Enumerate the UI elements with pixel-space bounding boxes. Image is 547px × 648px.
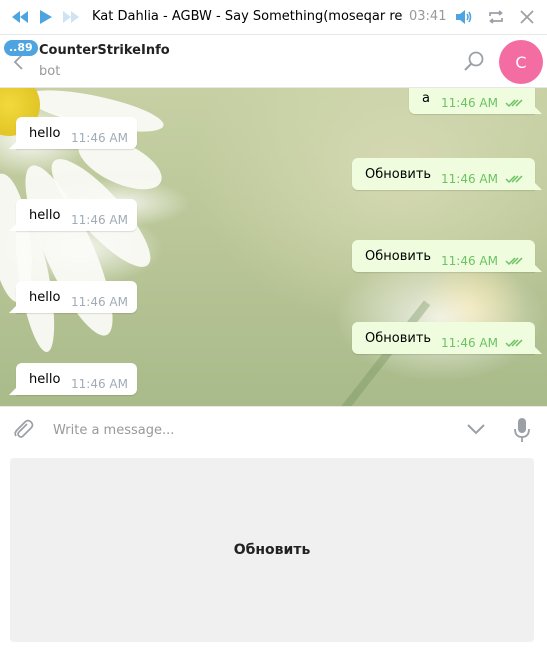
refresh-keyboard-button[interactable]: Обновить xyxy=(10,458,534,642)
bubble-tail xyxy=(9,387,17,395)
message-outgoing[interactable]: Обновить 11:46 AM xyxy=(352,322,542,354)
message-time: 11:46 AM xyxy=(71,295,128,309)
repeat-icon[interactable] xyxy=(486,8,506,26)
message-text: Обновить xyxy=(365,331,432,346)
compose-bar xyxy=(0,406,547,452)
track-time: 03:41 xyxy=(409,9,447,24)
message-text: a xyxy=(422,91,430,106)
bubble-tail xyxy=(534,182,542,190)
message-input[interactable] xyxy=(51,417,445,443)
message-time: 11:46 AM xyxy=(441,336,498,350)
close-icon[interactable] xyxy=(518,8,536,26)
attach-icon[interactable] xyxy=(12,418,34,444)
microphone-icon[interactable] xyxy=(513,417,531,447)
search-icon[interactable] xyxy=(462,50,486,74)
bubble-tail xyxy=(9,141,17,149)
message-incoming[interactable]: hello 11:46 AM xyxy=(9,281,137,313)
bubble-tail xyxy=(534,346,542,354)
chat-header: ..89 CounterStrikeInfo bot C xyxy=(0,35,547,88)
message-text: Обновить xyxy=(365,249,432,264)
message-time: 11:46 AM xyxy=(71,131,128,145)
double-check-icon xyxy=(505,173,523,188)
bubble-tail xyxy=(9,223,17,231)
message-text: hello xyxy=(29,372,61,387)
bubble-tail xyxy=(9,305,17,313)
message-time: 11:46 AM xyxy=(71,377,128,391)
track-title[interactable]: Kat Dahlia - AGBW - Say Something(moseqa… xyxy=(92,9,402,24)
double-check-icon xyxy=(505,255,523,270)
chevron-down-icon[interactable] xyxy=(466,421,486,440)
message-time: 11:46 AM xyxy=(441,172,498,186)
message-history[interactable]: a 11:46 AM hello 11:46 AM Обновить 11:46… xyxy=(0,88,547,406)
bubble-tail xyxy=(534,106,542,114)
chat-title[interactable]: CounterStrikeInfo xyxy=(39,43,170,58)
message-time: 11:46 AM xyxy=(441,254,498,268)
message-incoming[interactable]: hello 11:46 AM xyxy=(9,363,137,395)
bot-keyboard: Обновить xyxy=(0,452,547,648)
message-text: hello xyxy=(29,208,61,223)
avatar[interactable]: C xyxy=(499,40,543,84)
message-time: 11:46 AM xyxy=(71,213,128,227)
bubble-tail xyxy=(534,264,542,272)
message-time: 11:46 AM xyxy=(441,96,498,110)
prev-icon[interactable] xyxy=(10,8,30,26)
double-check-icon xyxy=(505,97,523,112)
message-text: Обновить xyxy=(365,167,432,182)
message-outgoing[interactable]: a 11:46 AM xyxy=(409,88,542,114)
media-player-bar: Kat Dahlia - AGBW - Say Something(moseqa… xyxy=(0,0,547,35)
unread-badge: ..89 xyxy=(4,40,38,56)
double-check-icon xyxy=(505,337,523,352)
message-outgoing[interactable]: Обновить 11:46 AM xyxy=(352,240,542,272)
play-icon[interactable] xyxy=(37,8,55,26)
message-outgoing[interactable]: Обновить 11:46 AM xyxy=(352,158,542,190)
message-text: hello xyxy=(29,126,61,141)
volume-icon[interactable] xyxy=(454,8,474,26)
next-icon[interactable] xyxy=(61,8,81,26)
message-incoming[interactable]: hello 11:46 AM xyxy=(9,117,137,149)
message-text: hello xyxy=(29,290,61,305)
message-incoming[interactable]: hello 11:46 AM xyxy=(9,199,137,231)
chat-status: bot xyxy=(39,64,61,79)
